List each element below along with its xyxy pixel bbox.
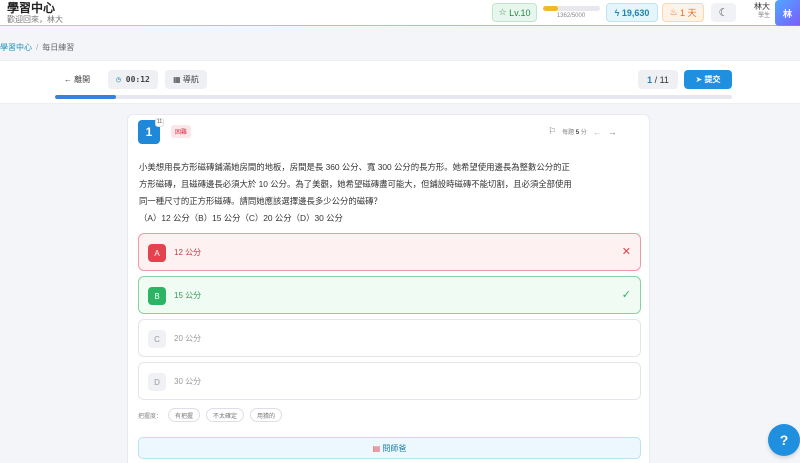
ask-teacher-label: 問師爸	[382, 443, 407, 453]
header-accent-line	[0, 25, 800, 26]
xp-text: 1362/5000	[556, 13, 586, 19]
option-letter: C	[148, 330, 166, 348]
lightning-icon: ϟ	[614, 7, 622, 18]
practice-toolbar: ← 離開 ◷ 00:12 ▦ 導航 1 / 11 ➤ 提交	[0, 60, 800, 104]
question-card: 1 11 困難 ⚐ 每題 5 分 ← → 小美想用長方形磁磚鋪滿她房間的地板，房…	[127, 114, 650, 463]
breadcrumb-root[interactable]: 學習中心	[0, 43, 32, 52]
breadcrumb-current: 每日練習	[42, 43, 75, 52]
option-text: 12 公分	[174, 248, 202, 257]
points-value: 5	[575, 130, 580, 136]
check-circle-icon: ✓	[621, 289, 631, 301]
star-icon: ☆	[498, 7, 510, 17]
level-text: Lv.10	[509, 7, 531, 18]
send-icon: ➤	[695, 75, 705, 84]
option-text: 30 公分	[174, 377, 202, 386]
close-icon: ✕	[621, 246, 631, 258]
coins-value: 19,630	[621, 7, 650, 18]
question-counter: 1 / 11	[638, 70, 678, 89]
user-info[interactable]: 林大 學生	[748, 2, 770, 21]
navigation-label: 導航	[182, 75, 199, 84]
flame-icon: ♨	[669, 7, 681, 17]
book-icon: ▤	[372, 443, 383, 453]
question-line: 同一種尺寸的正方形磁磚。請問她應該選擇邊長多少公分的磁磚？	[139, 196, 382, 206]
option-text: 15 公分	[174, 291, 202, 300]
timer: ◷ 00:12	[108, 70, 158, 89]
xp-bar	[542, 6, 600, 11]
option-b[interactable]: B 15 公分 ✓	[138, 276, 641, 314]
app-title: 學習中心	[7, 1, 56, 15]
question-text: 小美想用長方形磁磚鋪滿她房間的地板，房間是長 360 公分、寬 300 公分的長…	[139, 159, 639, 227]
help-button[interactable]: ?	[768, 424, 800, 456]
question-line: 方形磁磚，且磁磚邊長必須大於 10 公分。為了美觀，她希望磁磚盡可能大，但鋪設時…	[139, 179, 572, 189]
points-prefix: 每題	[562, 130, 575, 136]
avatar[interactable]: 林	[775, 0, 800, 26]
coins-badge[interactable]: ϟ 19,630	[606, 3, 658, 22]
leave-button[interactable]: ← 離開	[55, 70, 99, 89]
points-info: 每題 5 分	[562, 127, 587, 136]
streak-value: 1 天	[680, 8, 697, 18]
ask-teacher-button[interactable]: ▤ 問師爸	[138, 437, 641, 459]
grid-icon: ▦	[173, 75, 183, 84]
quiz-progress-bar	[55, 95, 732, 99]
quiz-progress-fill	[55, 95, 116, 99]
prev-question-icon[interactable]: ←	[593, 127, 602, 137]
current-question: 1	[647, 74, 653, 85]
total-questions: 11	[659, 74, 669, 85]
confidence-sure[interactable]: 有把握	[168, 408, 201, 422]
submit-button[interactable]: ➤ 提交	[684, 70, 732, 89]
user-role: 學生	[757, 13, 770, 19]
option-letter: A	[148, 244, 166, 262]
clock-icon: ◷	[116, 75, 126, 84]
option-letter: B	[148, 287, 166, 305]
option-text: 20 公分	[174, 334, 202, 343]
question-line: （A）12 公分（B）15 公分（C）20 公分（D）30 公分	[139, 213, 343, 223]
option-letter: D	[148, 373, 166, 391]
question-meta: ⚐ 每題 5 分 ← →	[548, 126, 617, 137]
welcome-text: 歡迎回來，林大	[7, 15, 63, 24]
breadcrumb: 學習中心 / 每日練習	[0, 42, 74, 53]
user-name: 林大	[754, 2, 770, 11]
difficulty-tag: 困難	[171, 125, 192, 138]
leave-label: 離開	[74, 75, 91, 84]
confidence-unsure[interactable]: 不太確定	[206, 408, 245, 422]
moon-icon: ☾	[718, 7, 729, 19]
next-question-icon[interactable]: →	[608, 127, 617, 137]
option-d[interactable]: D 30 公分	[138, 362, 641, 400]
question-mark-icon: ?	[779, 432, 789, 448]
option-a[interactable]: A 12 公分 ✕	[138, 233, 641, 271]
arrow-left-icon: ←	[63, 75, 75, 84]
navigation-button[interactable]: ▦ 導航	[165, 70, 207, 89]
confidence-guess[interactable]: 用猜的	[250, 408, 283, 422]
question-number-sup: 11	[155, 118, 165, 127]
streak-badge[interactable]: ♨ 1 天	[662, 3, 704, 22]
flag-icon[interactable]: ⚐	[548, 126, 556, 137]
confidence-label: 把握度：	[138, 413, 163, 420]
breadcrumb-separator: /	[36, 43, 39, 52]
submit-label: 提交	[704, 75, 721, 84]
points-suffix: 分	[580, 130, 587, 136]
timer-value: 00:12	[125, 75, 150, 84]
top-header: 學習中心 歡迎回來，林大 ☆ Lv.10 1362/5000 ϟ 19,630 …	[0, 0, 800, 26]
theme-toggle-button[interactable]: ☾	[711, 3, 736, 22]
level-badge[interactable]: ☆ Lv.10	[492, 3, 537, 22]
option-c[interactable]: C 20 公分	[138, 319, 641, 357]
question-line: 小美想用長方形磁磚鋪滿她房間的地板，房間是長 360 公分、寬 300 公分的長…	[139, 162, 570, 172]
xp-bar-fill	[542, 6, 558, 11]
brand: 學習中心 歡迎回來，林大	[7, 0, 63, 25]
xp-progress: 1362/5000	[541, 3, 601, 22]
confidence-selector: 把握度： 有把握 不太確定 用猜的	[138, 408, 283, 422]
